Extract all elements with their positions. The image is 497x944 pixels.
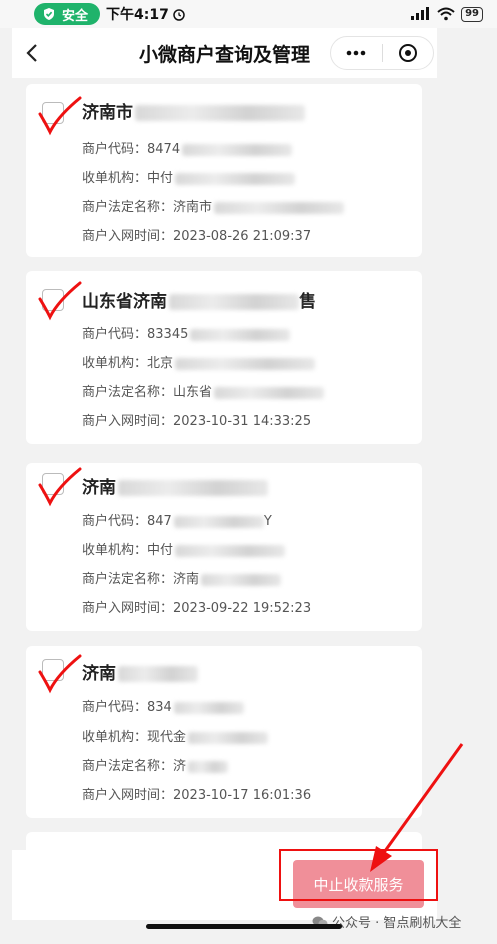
legal-name-label: 商户法定名称： [82, 759, 174, 774]
acquirer: 现代金 [147, 730, 187, 745]
register-time-label: 商户入网时间： [82, 414, 174, 429]
merchant-name-tail: 售 [299, 292, 316, 312]
register-time-label: 商户入网时间： [82, 788, 174, 803]
redaction [173, 515, 264, 528]
merchant-code-label: 商户代码： [82, 327, 148, 342]
merchant-code: 847 [147, 514, 172, 529]
redaction [169, 294, 299, 310]
safe-badge: 安全 [34, 3, 101, 25]
merchant-card-partial [26, 832, 422, 850]
legal-name-label: 商户法定名称： [82, 200, 174, 215]
merchant-name: 济南 [82, 478, 116, 498]
merchant-card[interactable]: 济南市 商户代码：8474 收单机构：中付 商户法定名称：济南市 商户入网时间：… [26, 84, 422, 257]
register-time-label: 商户入网时间： [82, 229, 174, 244]
merchant-card[interactable]: 山东省济南 售 商户代码：83345 收单机构：北京 商户法定名称：山东省 商户入… [26, 271, 422, 444]
legal-name: 山东省 [173, 385, 213, 400]
merchant-card[interactable]: 济南 商户代码：847 Y 收单机构：中付 商户法定名称：济南 商户入网时间：20… [26, 463, 422, 631]
chevron-left-icon [26, 44, 37, 62]
redaction [201, 573, 282, 586]
status-bar: 安全 下午4:17 99 [0, 0, 497, 28]
redaction [175, 357, 316, 370]
merchant-checkbox[interactable] [42, 102, 64, 124]
merchant-code-tail: Y [263, 514, 272, 529]
merchant-checkbox[interactable] [42, 659, 64, 681]
acquirer-label: 收单机构： [82, 356, 148, 371]
merchant-code-label: 商户代码： [82, 142, 148, 157]
legal-name: 济南 [173, 572, 200, 587]
acquirer-label: 收单机构： [82, 543, 148, 558]
more-dots-icon [346, 50, 366, 56]
acquirer-label: 收单机构： [82, 730, 148, 745]
merchant-checkbox[interactable] [42, 473, 64, 495]
redaction [135, 105, 305, 121]
acquirer: 中付 [147, 171, 174, 186]
register-time: 2023-08-26 21:09:37 [173, 229, 312, 244]
legal-name: 济 [173, 759, 187, 774]
merchant-code-label: 商户代码： [82, 700, 148, 715]
legal-name-label: 商户法定名称： [82, 572, 174, 587]
watermark-text: 公众号 · 智点刷机大全 [332, 916, 462, 931]
acquirer-label: 收单机构： [82, 171, 148, 186]
redaction [214, 386, 325, 399]
alarm-icon [173, 9, 185, 21]
redaction [175, 172, 296, 185]
merchant-code: 834 [147, 700, 172, 715]
merchant-name: 济南 [82, 664, 116, 684]
redaction [214, 201, 345, 214]
more-button[interactable] [331, 37, 382, 69]
register-time: 2023-10-17 16:01:36 [173, 788, 312, 803]
stop-payment-service-button[interactable]: 中止收款服务 [293, 860, 424, 908]
acquirer: 北京 [147, 356, 174, 371]
merchant-code-label: 商户代码： [82, 514, 148, 529]
acquirer: 中付 [147, 543, 174, 558]
wifi-icon [437, 7, 455, 21]
register-time: 2023-10-31 14:33:25 [173, 414, 312, 429]
legal-name-label: 商户法定名称： [82, 385, 174, 400]
merchant-checkbox[interactable] [42, 289, 64, 311]
signal-icon [411, 7, 430, 20]
merchant-code: 8474 [147, 142, 181, 157]
back-button[interactable] [12, 28, 52, 78]
battery-indicator: 99 [461, 6, 483, 22]
redaction [118, 666, 198, 682]
redaction [173, 701, 244, 714]
status-time: 下午4:17 [106, 7, 169, 23]
home-indicator[interactable] [146, 924, 342, 929]
close-button[interactable] [383, 37, 434, 69]
redaction [188, 760, 229, 773]
register-time-label: 商户入网时间： [82, 601, 174, 616]
mini-program-capsule [330, 36, 434, 70]
shield-icon [44, 8, 54, 20]
redaction [182, 143, 293, 156]
close-circle-icon [398, 44, 417, 62]
redaction [118, 480, 268, 496]
merchant-name: 济南市 [82, 103, 133, 123]
redaction [175, 544, 286, 557]
nav-bar: 小微商户查询及管理 [12, 28, 437, 78]
merchant-code: 83345 [147, 327, 189, 342]
redaction [188, 731, 269, 744]
legal-name: 济南市 [173, 200, 213, 215]
redaction [190, 328, 291, 341]
merchant-name: 山东省济南 [82, 292, 167, 312]
safe-label: 安全 [62, 8, 89, 24]
merchant-card[interactable]: 济南 商户代码：834 收单机构：现代金 商户法定名称：济 商户入网时间：202… [26, 646, 422, 818]
register-time: 2023-09-22 19:52:23 [173, 601, 312, 616]
